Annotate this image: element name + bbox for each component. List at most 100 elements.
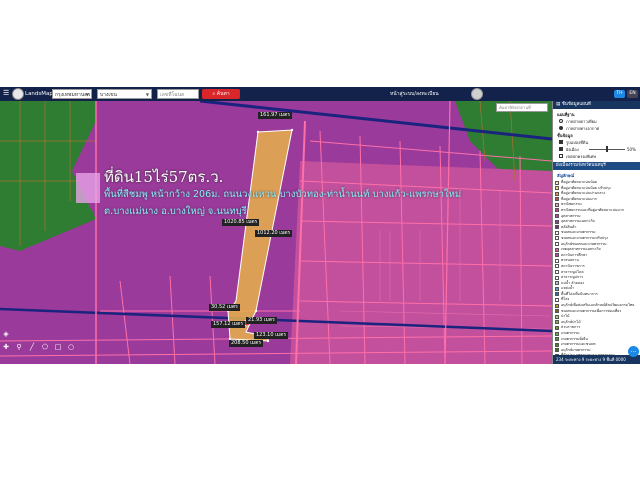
- highlight-box: [76, 173, 100, 203]
- legend-swatch: [555, 303, 559, 308]
- panel-header: ▤ ชั้นข้อมูลแผนที่: [553, 101, 640, 109]
- legend-label: อนุรักษ์ป่าไม้: [561, 319, 581, 324]
- panel-footer: 234 ระยะทาง 9 ระยะทาง 9 พื้นที่ 0000: [553, 355, 640, 364]
- opacity-slider-handle[interactable]: [606, 146, 608, 152]
- basemap-radio-satellite[interactable]: [559, 119, 563, 123]
- legend-label: ที่อยู่อาศัยหนาแน่นปานกลาง: [561, 191, 606, 196]
- logo-icon: [12, 88, 24, 100]
- listing-subtitle: พื้นที่สีชมพู หน้ากว้าง 206ม. ถนนวงแหวน …: [104, 189, 462, 200]
- legend-label: ที่อยู่อาศัยหนาแน่นน้อย: [561, 180, 597, 184]
- parcel-number-input[interactable]: เลขที่โฉนด: [157, 89, 199, 99]
- login-link[interactable]: หน้าสู่ระบบ/ลงทะเบียน: [390, 89, 439, 99]
- circle-icon[interactable]: ○: [66, 342, 76, 352]
- measure-label: 1012.20 เมตร: [255, 230, 293, 237]
- search-icon: ⌕: [212, 91, 216, 97]
- layer-checkbox-parcel[interactable]: [559, 140, 563, 144]
- map-canvas[interactable]: 161.97 เมตร 1020.85 เมตร 1012.20 เมตร 30…: [0, 101, 552, 364]
- legend-label: คลังสินค้า: [561, 224, 577, 229]
- legend-swatch: [555, 247, 559, 252]
- legend-label: สาธารณูปการ: [561, 275, 584, 280]
- legend-swatch: [555, 320, 559, 325]
- lang-th-button[interactable]: TH: [614, 90, 625, 98]
- province-select[interactable]: กรุงเทพมหานคร ▼: [52, 89, 92, 99]
- legend-swatch: [555, 292, 559, 297]
- legend-label: สาธารณูปโภค: [561, 269, 584, 274]
- compass-icon[interactable]: ◈: [1, 329, 11, 339]
- basemap-radio-aerial[interactable]: [559, 126, 563, 130]
- legend-swatch: [555, 202, 559, 207]
- basemap-label: ภาพถ่ายดาวเทียม: [566, 118, 597, 124]
- rectangle-icon[interactable]: □: [53, 342, 63, 352]
- legend-title: สัญลักษณ์: [557, 173, 575, 178]
- legend-label: เกษตรกรรมยั่งยืน: [561, 336, 588, 341]
- top-toolbar: ☰ LandsMaps กรุงเทพมหานคร ▼ บางเขน ▼ เลข…: [0, 87, 640, 101]
- measure-label: 161.97 เมตร: [258, 112, 293, 119]
- legend-label: เกษตรกรรม: [561, 331, 580, 336]
- measure-label: 21.93 เมตร: [246, 317, 277, 324]
- opacity-value: 50%: [627, 146, 636, 152]
- legend-label: ชนบทและเกษตรกรรม: [561, 230, 596, 235]
- legend-swatch: [555, 214, 559, 219]
- legend-swatch: [555, 325, 559, 330]
- layer-label: ผังเมือง: [566, 146, 579, 152]
- legend-label: แหล่งน้ำ: [561, 286, 575, 291]
- landsmaps-app: ☰ LandsMaps กรุงเทพมหานคร ▼ บางเขน ▼ เลข…: [0, 87, 640, 364]
- legend-label: เกษตรกรรมและชนบท: [561, 342, 596, 347]
- district-select-value: บางเขน: [100, 92, 117, 98]
- legend-swatch: [555, 219, 559, 224]
- legend-swatch: [555, 180, 559, 185]
- legend-label: ที่โล่ง: [561, 297, 570, 302]
- draw-line-icon[interactable]: ╱: [27, 342, 37, 352]
- basemap-label: ภาพถ่ายทางอากาศ: [566, 125, 600, 131]
- measure-label: 30.52 เมตร: [209, 304, 240, 311]
- legend-swatch: [555, 208, 559, 213]
- draw-point-icon[interactable]: ✚: [1, 342, 11, 352]
- layer-panel: ▤ ชั้นข้อมูลแผนที่ แผนที่ฐาน ภาพถ่ายดาวเ…: [552, 101, 640, 364]
- layer-label: รูปแปลงที่ดิน: [566, 139, 589, 145]
- layer-label: เขตปกครองพิเศษ: [566, 153, 597, 159]
- chevron-down-icon: ▼: [85, 92, 89, 97]
- legend-swatch: [555, 242, 559, 247]
- legend-label: สถาบันการศึกษา: [561, 252, 588, 257]
- legend-label: เขตอุตสาหกรรมเฉพาะกิจ: [561, 247, 601, 252]
- measure-label: 208.50 เมตร: [229, 340, 264, 347]
- measure-label: 157.12 เมตร: [211, 321, 246, 328]
- legend-swatch: [555, 258, 559, 263]
- more-options-button[interactable]: ...: [628, 346, 639, 357]
- legend-swatch: [555, 264, 559, 269]
- chevron-down-icon: ▼: [145, 92, 149, 97]
- avatar[interactable]: [471, 88, 483, 100]
- search-button[interactable]: ⌕ ค้นหา: [202, 89, 240, 99]
- district-select[interactable]: บางเขน ▼: [97, 89, 152, 99]
- legend-swatch: [555, 230, 559, 235]
- menu-icon[interactable]: ☰: [3, 89, 9, 99]
- layer-checkbox-special[interactable]: [559, 154, 563, 158]
- polygon-icon[interactable]: ⬠: [40, 342, 50, 352]
- legend-swatch: [555, 225, 559, 230]
- legend-label: อนุรักษ์เพื่อส่งเสริมเอกลักษณ์ศิลปวัฒนธร…: [561, 303, 635, 308]
- section-header[interactable]: ผังเมืองรวมจังหวัดนนทบุรี: [553, 162, 640, 170]
- legend-label: ชนบทและเกษตรกรรมปรับปรุง: [561, 235, 608, 240]
- measure-label: 123.10 เมตร: [254, 332, 289, 339]
- legend-label: ที่อยู่อาศัยหนาแน่นมาก: [561, 196, 597, 201]
- legend-label: อนุรักษ์ชนบทและเกษตรกรรม: [561, 241, 607, 246]
- listing-title: ที่ดิน15ไร่57ตร.ว.: [104, 168, 224, 186]
- legend-swatch: [555, 286, 559, 291]
- legend-label: แม่น้ำ ลำคลอง: [561, 280, 585, 285]
- legend-list: ที่อยู่อาศัยหนาแน่นน้อยที่อยู่อาศัยหนาแน…: [554, 180, 640, 364]
- legend-label: ศาสนสถาน: [561, 258, 579, 263]
- legend-label: อุตสาหกรรมเฉพาะกิจ: [561, 219, 595, 224]
- legend-label: ป่าไม้: [561, 314, 570, 319]
- legend-swatch: [555, 348, 559, 353]
- legend-label: พาณิชยกรรม: [561, 202, 582, 207]
- legend-swatch: [555, 270, 559, 274]
- layer-title: ชั้นข้อมูล: [557, 133, 573, 138]
- map-search-input[interactable]: ค้นหาพิกัด/สถานที่: [496, 103, 548, 112]
- legend-swatch: [555, 309, 559, 314]
- lang-en-button[interactable]: EN: [627, 90, 638, 98]
- layer-checkbox-cityplan[interactable]: [559, 147, 563, 151]
- legend-swatch: [555, 314, 559, 319]
- legend-label: ส่วนราชการ: [561, 325, 581, 330]
- pin-icon[interactable]: ⚲: [14, 342, 24, 352]
- search-button-label: ค้นหา: [216, 91, 230, 97]
